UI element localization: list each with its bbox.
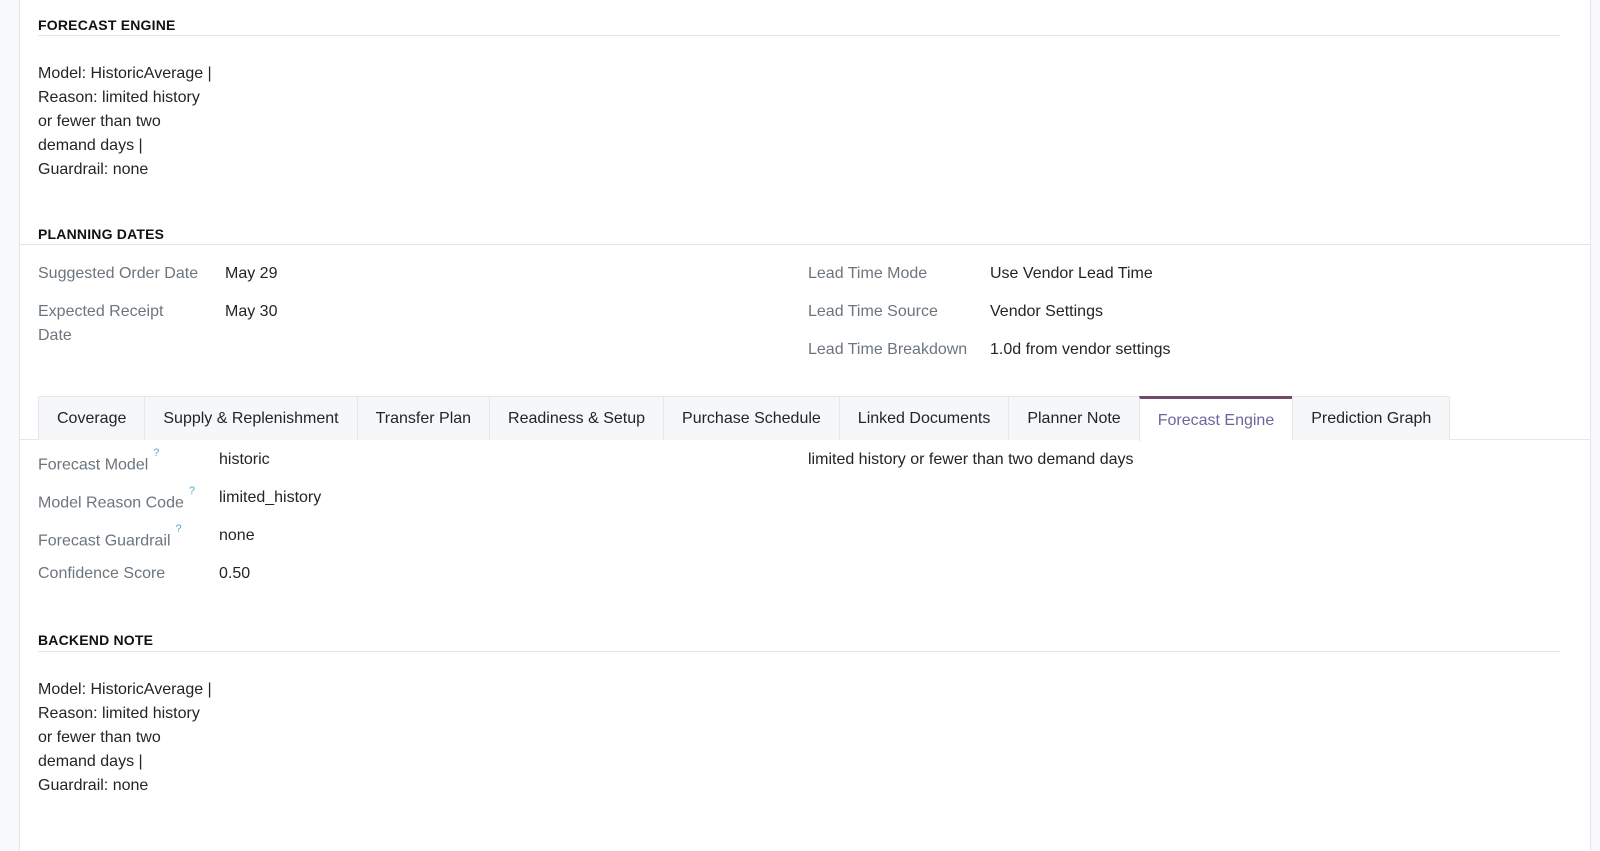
forecast-model-label: Forecast Model?	[38, 447, 159, 477]
model-reason-code-label: Model Reason Code?	[38, 485, 195, 515]
expected-receipt-date-value[interactable]: May 30	[225, 300, 277, 324]
help-icon[interactable]: ?	[153, 447, 159, 459]
lead-time-breakdown-label: Lead Time Breakdown	[808, 341, 968, 358]
tab-planner-note[interactable]: Planner Note	[1008, 396, 1139, 440]
tab-supply-replenishment[interactable]: Supply & Replenishment	[144, 396, 357, 440]
notebook-tabs: Coverage Supply & Replenishment Transfer…	[38, 396, 1451, 442]
forecast-model-value[interactable]: historic	[219, 448, 270, 472]
backend-note-section-divider	[38, 651, 1560, 652]
backend-note-section-title: BACKEND NOTE	[38, 632, 154, 648]
tab-coverage[interactable]: Coverage	[38, 396, 145, 440]
forecast-reason-description: limited history or fewer than two demand…	[808, 451, 1134, 468]
lead-time-breakdown-value: 1.0d from vendor settings	[990, 341, 1171, 358]
tab-prediction-graph[interactable]: Prediction Graph	[1292, 396, 1451, 440]
help-icon[interactable]: ?	[189, 485, 195, 497]
forecast-guardrail-value[interactable]: none	[219, 524, 255, 548]
forecast-model-label-text: Forecast Model	[38, 456, 149, 474]
lead-time-source-label: Lead Time Source	[808, 303, 938, 320]
suggested-order-date-label: Suggested Order Date	[38, 265, 199, 282]
tab-linked-documents[interactable]: Linked Documents	[838, 396, 1009, 440]
confidence-score-label: Confidence Score	[38, 565, 166, 582]
tab-readiness-setup[interactable]: Readiness & Setup	[489, 396, 664, 440]
help-icon[interactable]: ?	[176, 523, 182, 535]
forecast-engine-note: Model: HistoricAverage | Reason: limited…	[38, 65, 212, 178]
model-reason-code-value[interactable]: limited_history	[219, 486, 321, 510]
lead-time-mode-value[interactable]: Use Vendor Lead Time	[990, 262, 1153, 286]
confidence-score-value[interactable]: 0.50	[219, 562, 250, 586]
model-reason-code-label-text: Model Reason Code	[38, 494, 184, 512]
lead-time-source-value: Vendor Settings	[990, 303, 1103, 320]
expected-receipt-date-label: Expected Receipt Date	[38, 303, 164, 344]
planning-dates-section-divider	[20, 244, 1590, 245]
backend-note-text: Model: HistoricAverage | Reason: limited…	[38, 681, 212, 794]
tab-purchase-schedule[interactable]: Purchase Schedule	[663, 396, 839, 440]
forecast-engine-section-title: FORECAST ENGINE	[38, 17, 176, 33]
suggested-order-date-value[interactable]: May 29	[225, 262, 277, 286]
forecast-guardrail-label-text: Forecast Guardrail	[38, 532, 171, 550]
tab-transfer-plan[interactable]: Transfer Plan	[356, 396, 490, 440]
form-sheet: FORECAST ENGINE Model: HistoricAverage |…	[19, 0, 1591, 851]
forecast-engine-section-divider	[38, 35, 1560, 36]
lead-time-mode-label: Lead Time Mode	[808, 265, 928, 282]
forecast-guardrail-label: Forecast Guardrail?	[38, 523, 182, 553]
planning-dates-section-title: PLANNING DATES	[38, 226, 165, 242]
tab-forecast-engine[interactable]: Forecast Engine	[1138, 396, 1293, 442]
